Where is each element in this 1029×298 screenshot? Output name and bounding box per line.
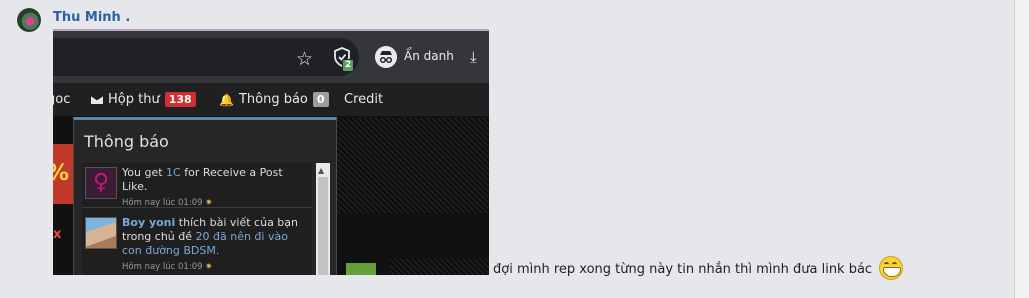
scrollbar-thumb xyxy=(318,177,328,275)
inbox-count-badge: 138 xyxy=(164,92,196,107)
alerts-count-badge: 0 xyxy=(312,92,329,107)
notification-user: Boy yoni xyxy=(122,216,176,229)
venus-icon: ♀ xyxy=(85,167,117,199)
notification-item: Boy yoni thích bài viết của bạn trong ch… xyxy=(82,213,312,275)
post-message: đợi mình rep xong từng này tin nhắn thì … xyxy=(493,262,873,277)
nav-item-partial: goc xyxy=(53,92,71,107)
scroll-up-arrow-icon: ▲ xyxy=(318,166,325,175)
address-bar xyxy=(53,38,359,76)
incognito-icon xyxy=(375,46,397,68)
notification-divider xyxy=(82,207,312,208)
notification-list: ♀ You get 1C for Receive a Post Like. Hô… xyxy=(82,163,312,275)
attached-screenshot[interactable]: ☆ 2 Ẩn danh ⤓ goc Hộp thư 138 xyxy=(53,29,489,275)
popup-title: Thông báo xyxy=(84,132,169,151)
popup-scrollbar: ▲ xyxy=(316,163,330,275)
notification-link: 1C xyxy=(166,166,181,179)
nav-item-inbox: Hộp thư 138 xyxy=(91,92,196,107)
site-nav-bar: goc Hộp thư 138 🔔 Thông báo 0 Credit xyxy=(53,83,489,116)
green-button-fragment xyxy=(346,263,376,275)
nav-item-alerts: 🔔 Thông báo 0 xyxy=(219,92,329,107)
avatar[interactable] xyxy=(17,8,41,32)
page-scrollbar[interactable] xyxy=(1014,0,1029,298)
notification-item: ♀ You get 1C for Receive a Post Like. Hô… xyxy=(82,163,312,208)
download-icon: ⤓ xyxy=(470,48,477,66)
extension-badge: 2 xyxy=(342,59,355,72)
star-icon: ☆ xyxy=(296,48,314,70)
sun-icon: ✷ xyxy=(205,262,213,272)
alerts-label: Thông báo xyxy=(238,92,308,107)
promo-x-fragment: x xyxy=(53,227,62,242)
promo-banner-fragment: % xyxy=(53,144,75,204)
notifications-popup: Thông báo ♀ You get 1C for Receive a Pos… xyxy=(73,117,337,275)
notification-text: You get 1C for Receive a Post Like. Hôm … xyxy=(122,166,310,210)
nav-item-credit: Credit xyxy=(344,92,384,107)
inbox-label: Hộp thư xyxy=(108,92,160,107)
bell-icon: 🔔 xyxy=(219,92,234,107)
grin-emoji-icon xyxy=(879,256,903,280)
decorative-pattern xyxy=(336,118,489,213)
incognito-label: Ẩn danh xyxy=(404,49,454,63)
notification-text: Boy yoni thích bài viết của bạn trong ch… xyxy=(122,216,310,274)
decorative-pattern-lower xyxy=(390,259,489,275)
post-author[interactable]: Thu Minh . xyxy=(53,10,130,25)
post-container: Thu Minh . ☆ 2 Ẩn danh ⤓ goc xyxy=(0,0,1014,298)
user-avatar-thumbnail xyxy=(85,217,117,249)
notification-time: Hôm nay lúc 01:09 ✷ xyxy=(122,262,213,272)
browser-toolbar: ☆ 2 Ẩn danh ⤓ xyxy=(53,31,489,83)
mail-icon xyxy=(91,95,103,104)
